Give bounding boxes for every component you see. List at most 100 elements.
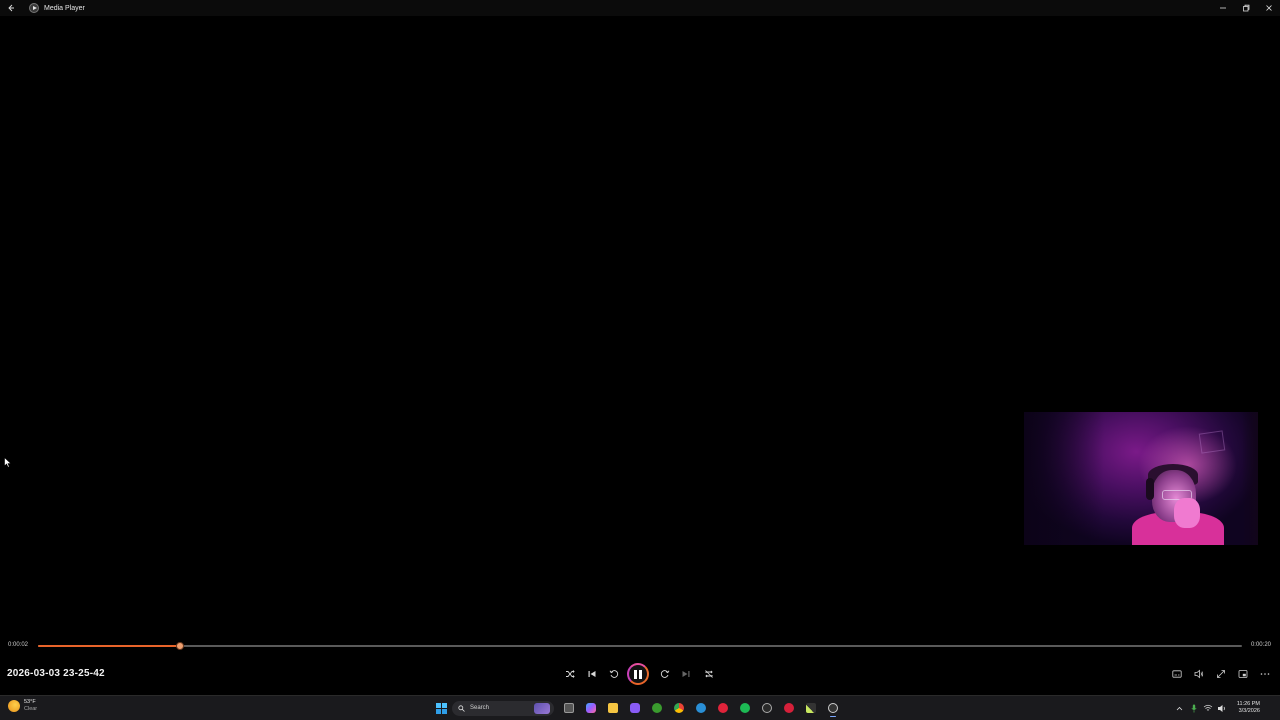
speaker-button[interactable] [1215, 696, 1229, 720]
search-icon [458, 704, 465, 712]
previous-button[interactable] [582, 662, 602, 686]
volume-icon [1194, 669, 1204, 679]
taskbar-apps: Search [432, 698, 844, 718]
microphone-icon [1191, 704, 1197, 712]
taskbar: 53°F Clear Search 11:26 PM 3/3/2026 [0, 695, 1280, 720]
subtitles-button[interactable] [1166, 662, 1188, 686]
xbox-button[interactable] [646, 698, 668, 718]
shuffle-button[interactable] [560, 662, 580, 686]
show-hidden-icons-button[interactable] [1173, 696, 1187, 720]
previous-icon [588, 671, 596, 677]
repeat-button[interactable] [699, 662, 719, 686]
system-tray: 11:26 PM 3/3/2026 [1173, 696, 1280, 720]
pause-icon [634, 669, 637, 679]
chrome-button[interactable] [668, 698, 690, 718]
opera-button[interactable] [778, 698, 800, 718]
file-explorer-button[interactable] [602, 698, 624, 718]
windows-start-icon [435, 702, 447, 714]
moon-weather-icon [8, 700, 20, 712]
skip-back-button[interactable] [604, 662, 624, 686]
miniplayer-icon [1238, 670, 1248, 678]
spotify-icon [740, 703, 750, 713]
weather-widget[interactable]: 53°F Clear [8, 699, 37, 713]
clock-time: 11:26 PM [1236, 701, 1260, 707]
video-area[interactable] [0, 16, 1280, 638]
restore-icon [1242, 4, 1249, 12]
file-explorer-icon [608, 703, 618, 713]
media-player-taskbar-button[interactable] [822, 698, 844, 718]
window-title: Media Player [44, 4, 85, 12]
mouse-cursor-icon [4, 457, 12, 468]
steam-icon [696, 703, 706, 713]
headset [1146, 478, 1154, 500]
more-icon [1260, 673, 1270, 675]
weather-condition: Clear [24, 706, 38, 712]
title-bar: Media Player [0, 0, 1280, 16]
maximize-button[interactable] [1234, 0, 1257, 16]
webcam-edge [1242, 412, 1258, 545]
close-icon [1265, 5, 1272, 11]
next-button[interactable] [676, 662, 696, 686]
xbox-icon [652, 703, 662, 713]
minimize-icon [1219, 7, 1226, 9]
copilot-button[interactable] [580, 698, 602, 718]
skip-forward-button[interactable] [655, 662, 675, 686]
miniplayer-button[interactable] [1232, 662, 1254, 686]
skip-back-10-icon [609, 670, 619, 678]
next-icon [682, 671, 690, 677]
media-player-icon [828, 703, 838, 713]
search-highlight-icon [534, 702, 550, 714]
discord-button[interactable] [624, 698, 646, 718]
opera-icon [784, 703, 794, 713]
wall-frame [1198, 430, 1226, 454]
chevron-up-icon [1177, 706, 1183, 710]
seek-progress [38, 645, 181, 647]
start-button[interactable] [432, 698, 450, 718]
total-duration: 0:00:20 [1250, 642, 1271, 648]
back-button[interactable] [0, 0, 22, 16]
weather-temperature: 53°F [24, 699, 36, 705]
search-placeholder: Search [470, 705, 490, 711]
more-options-button[interactable] [1254, 662, 1276, 686]
game-launcher-icon [762, 703, 772, 713]
close-button[interactable] [1257, 0, 1280, 16]
playback-controls [560, 662, 720, 686]
webcam-shadow [1024, 412, 1104, 545]
task-view-button[interactable] [558, 698, 580, 718]
pen-icon [806, 703, 816, 713]
taskbar-search-box[interactable]: Search [452, 700, 554, 716]
taskbar-clock[interactable]: 11:26 PM 3/3/2026 [1237, 701, 1260, 715]
fullscreen-button[interactable] [1210, 662, 1232, 686]
skip-forward-30-icon [660, 670, 670, 678]
seek-bar[interactable] [38, 642, 1242, 650]
microphone-button[interactable] [1187, 696, 1201, 720]
wifi-icon [1203, 704, 1213, 711]
chrome-icon [674, 703, 684, 713]
spotify-button[interactable] [734, 698, 756, 718]
window-controls [1211, 0, 1280, 16]
pen-app-button[interactable] [800, 698, 822, 718]
current-time: 0:00:02 [8, 642, 29, 648]
opera-gx-icon [718, 703, 728, 713]
media-player-app-icon [29, 3, 39, 13]
game-launcher-button[interactable] [756, 698, 778, 718]
pause-icon-bar [639, 669, 642, 679]
discord-icon [630, 703, 640, 713]
player-controls: 0:00:02 0:00:20 2026-03-03 23-25-42 [0, 638, 1280, 695]
wifi-button[interactable] [1201, 696, 1215, 720]
seek-thumb[interactable] [176, 642, 185, 650]
media-title: 2026-03-03 23-25-42 [7, 668, 105, 679]
minimize-button[interactable] [1211, 0, 1234, 16]
pause-button[interactable] [627, 663, 649, 685]
clock-date: 3/3/2026 [1238, 708, 1260, 714]
opera-gx-button[interactable] [712, 698, 734, 718]
person-hand [1174, 498, 1200, 528]
subtitles-icon [1172, 670, 1182, 678]
volume-button[interactable] [1188, 662, 1210, 686]
copilot-icon [586, 703, 596, 713]
secondary-controls [1166, 662, 1276, 686]
fullscreen-icon [1217, 670, 1225, 678]
speaker-icon [1217, 704, 1225, 712]
shuffle-icon [566, 670, 575, 678]
steam-button[interactable] [690, 698, 712, 718]
